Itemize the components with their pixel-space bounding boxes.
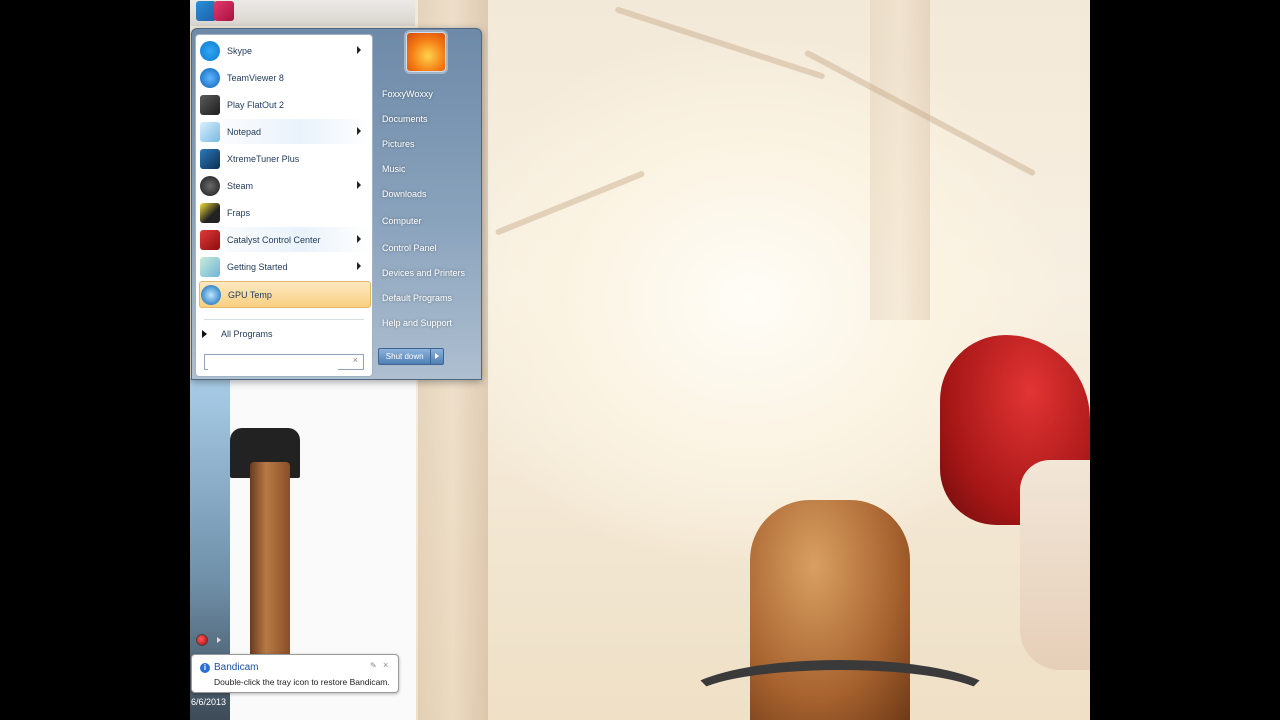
program-label: Catalyst Control Center	[227, 234, 321, 245]
program-label: Play FlatOut 2	[227, 99, 285, 110]
program-item-xtremetuner[interactable]: XtremeTuner Plus	[199, 146, 369, 171]
program-item-gpu-temp[interactable]: GPU Temp	[199, 281, 371, 308]
flatout-icon	[200, 94, 220, 115]
shutdown-control: Shut down	[378, 348, 444, 365]
wallpaper-tree-trunk-right	[870, 0, 930, 320]
xtremetuner-icon	[200, 148, 220, 169]
program-item-flatout[interactable]: Play FlatOut 2	[199, 92, 369, 117]
place-default-programs[interactable]: Default Programs	[382, 293, 452, 303]
all-programs-label: All Programs	[221, 329, 273, 339]
all-programs-button[interactable]: All Programs	[202, 325, 273, 343]
program-label: XtremeTuner Plus	[227, 153, 300, 164]
bandicam-tray-icon[interactable]	[196, 634, 208, 646]
program-label: Getting Started	[227, 261, 288, 272]
taskbar-app-icon[interactable]	[214, 1, 234, 21]
submenu-arrow-icon[interactable]	[357, 181, 361, 189]
program-label: TeamViewer 8	[227, 72, 284, 83]
notification-message: Double-click the tray icon to restore Ba…	[214, 677, 390, 687]
fraps-icon	[200, 202, 220, 223]
program-label: Fraps	[227, 207, 251, 218]
place-computer[interactable]: Computer	[382, 216, 422, 226]
clear-search-icon[interactable]: ×	[353, 355, 358, 365]
search-input[interactable]	[208, 359, 338, 372]
wallpaper-tail	[680, 660, 1000, 720]
teamviewer-icon	[200, 67, 220, 88]
notification-title: Bandicam	[214, 662, 259, 673]
submenu-arrow-icon[interactable]	[357, 127, 361, 135]
place-downloads[interactable]: Downloads	[382, 189, 427, 199]
getting-started-icon	[200, 256, 220, 277]
program-item-catalyst[interactable]: Catalyst Control Center	[199, 227, 369, 252]
start-menu-programs-pane: Skype TeamViewer 8 Play FlatOut 2 Notepa…	[195, 34, 373, 377]
program-item-teamviewer[interactable]: TeamViewer 8	[199, 65, 369, 90]
wallpaper-branch	[494, 170, 646, 236]
start-menu: Skype TeamViewer 8 Play FlatOut 2 Notepa…	[191, 28, 482, 380]
expand-arrow-icon	[202, 330, 207, 338]
pin-icon[interactable]: ✎	[370, 661, 377, 670]
skype-icon	[200, 40, 220, 61]
place-music[interactable]: Music	[382, 164, 406, 174]
submenu-arrow-icon[interactable]	[357, 46, 361, 54]
gpu-temp-icon	[201, 284, 221, 305]
close-icon[interactable]: ×	[383, 660, 388, 670]
submenu-arrow-icon[interactable]	[357, 235, 361, 243]
wallpaper-chair	[230, 428, 314, 662]
taskbar-app-icon[interactable]	[196, 1, 216, 21]
place-user[interactable]: FoxxyWoxxy	[382, 89, 433, 99]
notepad-icon	[200, 121, 220, 142]
place-pictures[interactable]: Pictures	[382, 139, 415, 149]
program-item-fraps[interactable]: Fraps	[199, 200, 369, 225]
search-box[interactable]: ×	[204, 354, 364, 372]
program-label: Steam	[227, 180, 254, 191]
place-devices-printers[interactable]: Devices and Printers	[382, 268, 465, 278]
user-avatar[interactable]	[406, 32, 446, 72]
program-item-steam[interactable]: Steam	[199, 173, 369, 198]
program-label: GPU Temp	[228, 289, 272, 300]
wallpaper-dress	[1020, 460, 1090, 670]
program-label: Skype	[227, 45, 253, 56]
notification-balloon[interactable]: i Bandicam Double-click the tray icon to…	[191, 654, 399, 693]
taskbar-top	[190, 0, 415, 26]
steam-icon	[200, 175, 220, 196]
catalyst-icon	[200, 229, 220, 250]
place-control-panel[interactable]: Control Panel	[382, 243, 437, 253]
place-help-support[interactable]: Help and Support	[382, 318, 452, 328]
shutdown-button[interactable]: Shut down	[378, 348, 432, 365]
program-item-getting-started[interactable]: Getting Started	[199, 254, 369, 279]
program-label: Notepad	[227, 126, 262, 137]
submenu-arrow-icon[interactable]	[357, 262, 361, 270]
clock-date[interactable]: 6/6/2013	[191, 697, 226, 707]
program-item-notepad[interactable]: Notepad	[199, 119, 369, 144]
place-documents[interactable]: Documents	[382, 114, 428, 124]
wallpaper-branch	[614, 6, 826, 80]
shutdown-options-arrow-icon[interactable]	[431, 348, 444, 365]
tray-expand-icon[interactable]	[217, 637, 221, 643]
info-icon: i	[200, 663, 210, 673]
menu-separator	[204, 319, 364, 320]
program-item-skype[interactable]: Skype	[199, 38, 369, 63]
